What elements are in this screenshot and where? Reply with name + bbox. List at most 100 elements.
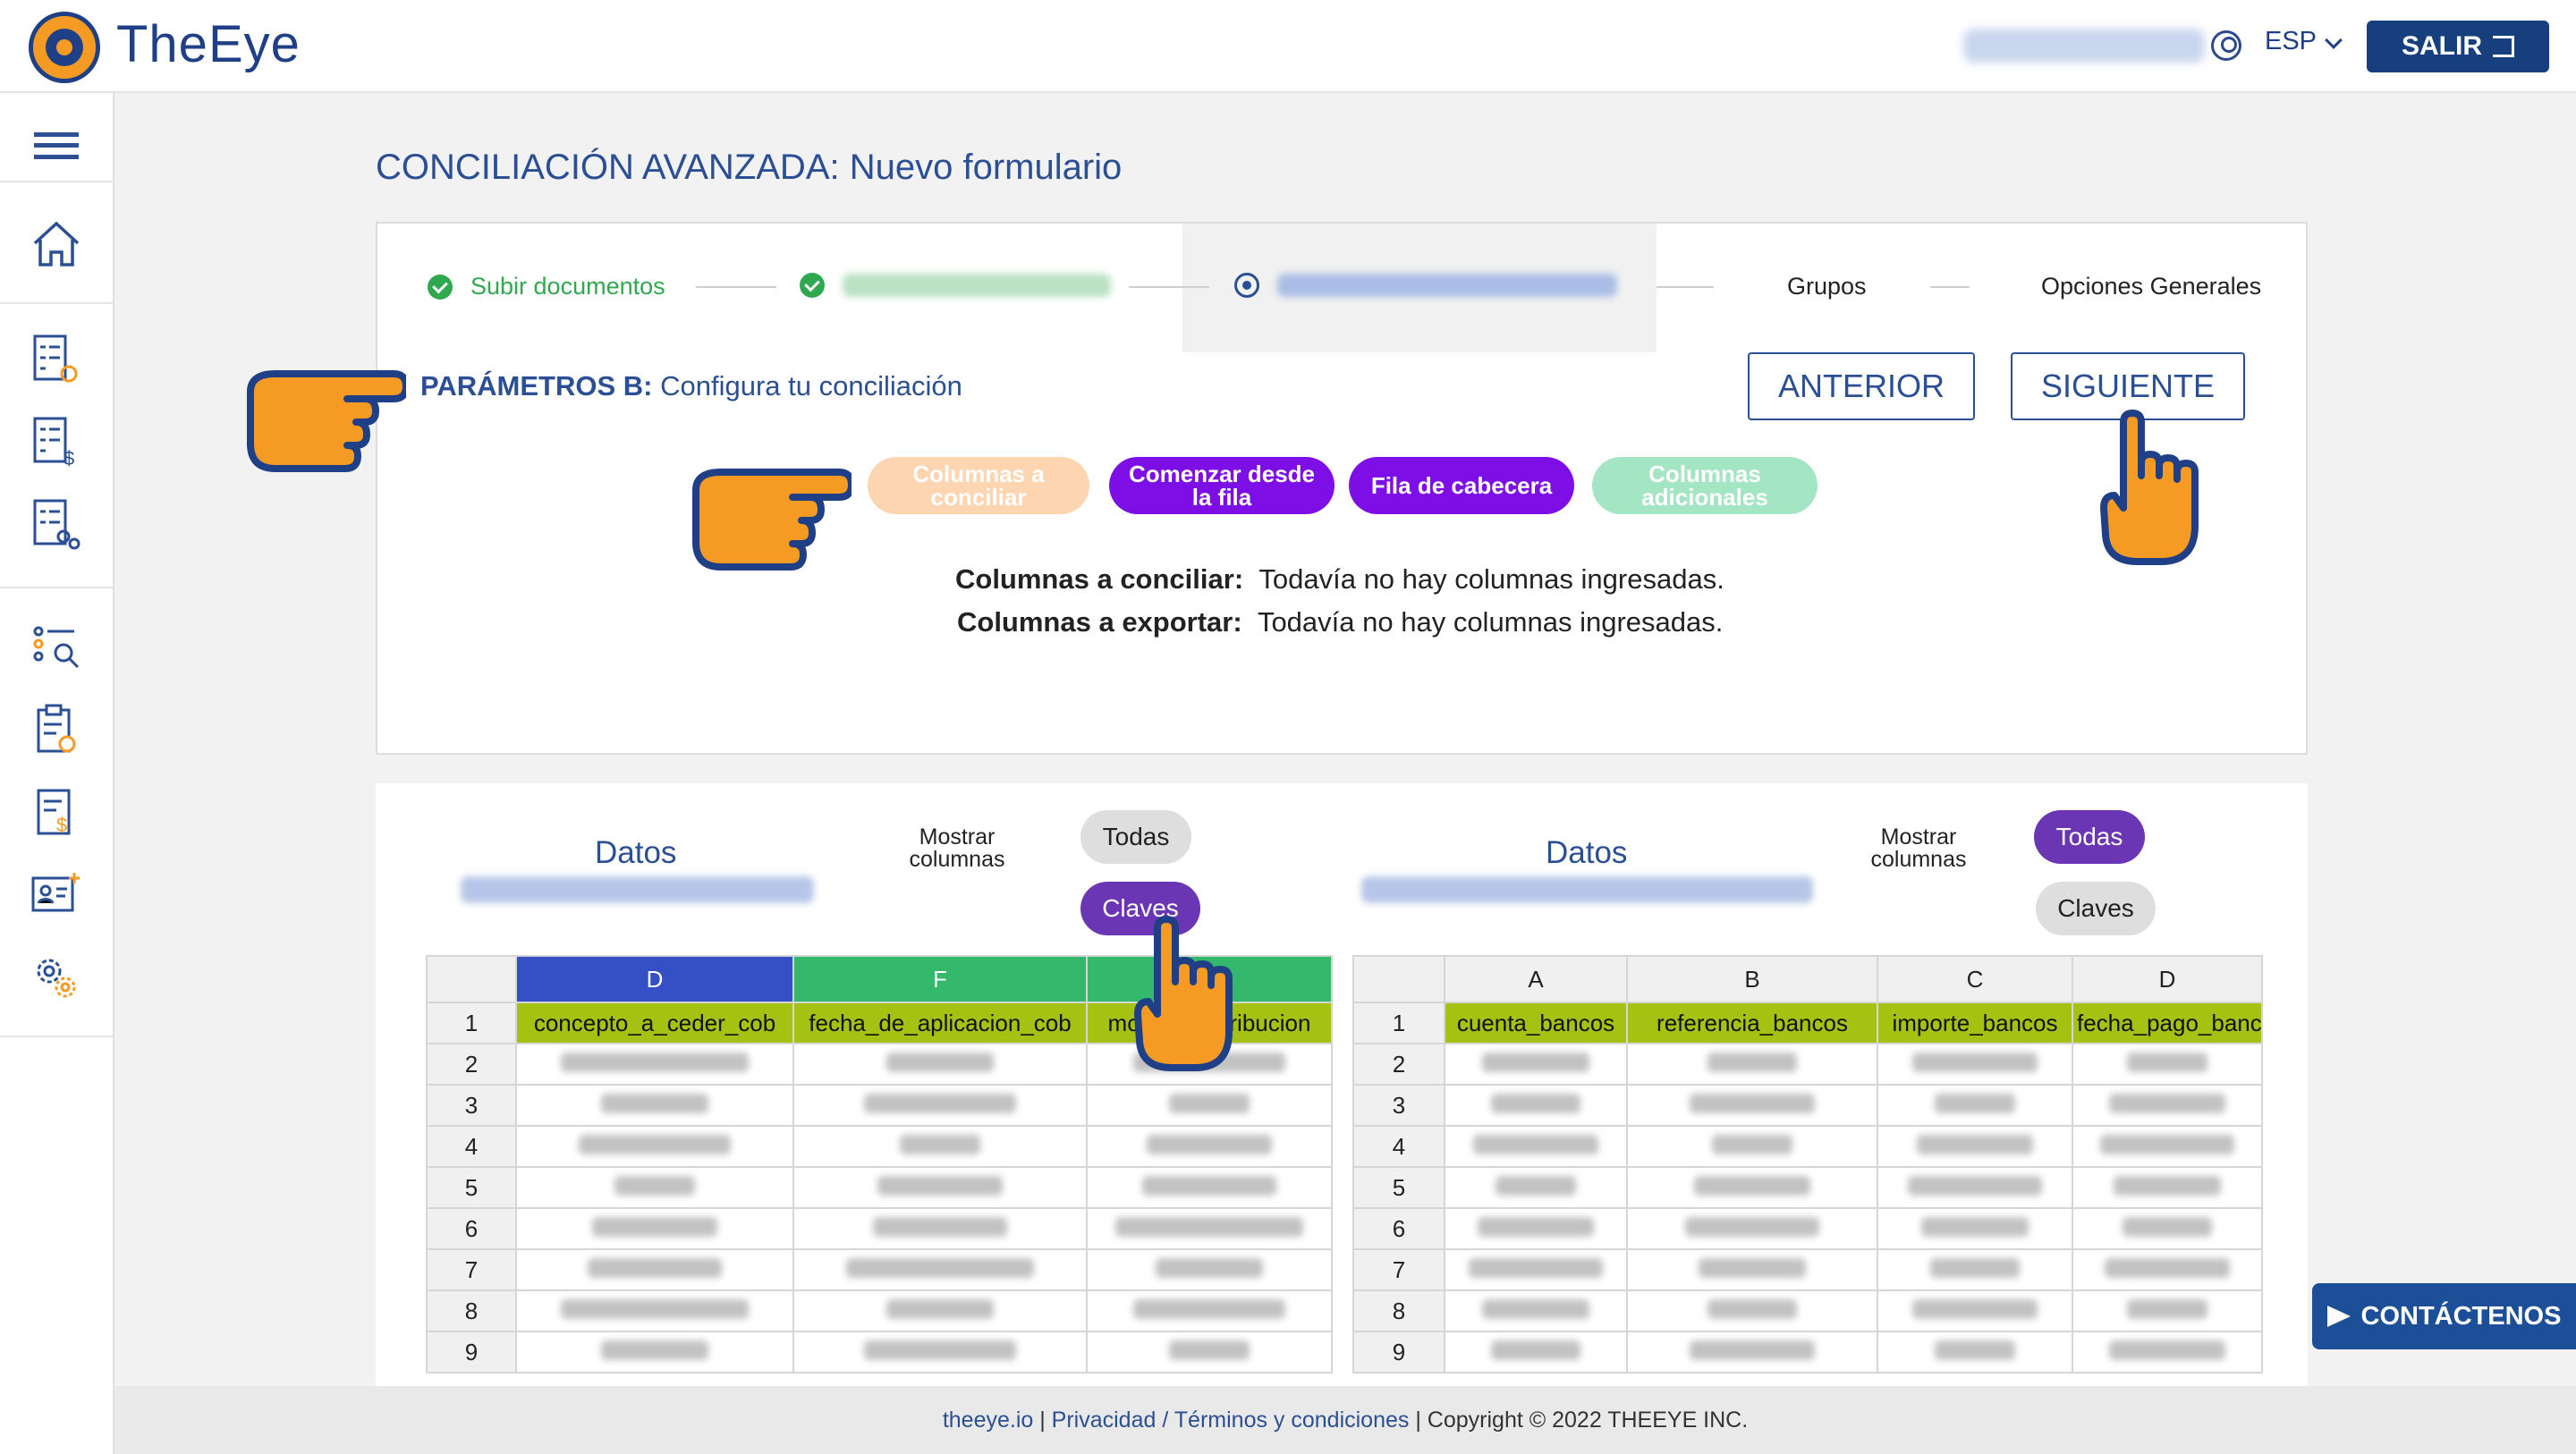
chip-comenzar-desde-la-fila[interactable]: Comenzar desde la fila <box>1109 457 1335 514</box>
footer-separator: | <box>1409 1408 1428 1433</box>
redacted-value <box>1169 1340 1250 1360</box>
logout-button[interactable]: SALIR <box>2367 21 2549 72</box>
redacted-cell <box>2072 1125 2263 1168</box>
column-letter[interactable]: D <box>515 955 794 1003</box>
row-number: 8 <box>1352 1289 1445 1332</box>
redacted-cell <box>1444 1125 1628 1168</box>
column-letter[interactable]: B <box>1626 955 1878 1003</box>
clipboard-clock-icon[interactable] <box>30 703 83 757</box>
step-connector <box>1930 286 1970 288</box>
right-data-title: Datos <box>1546 835 1628 870</box>
footer-privacy-link[interactable]: Privacidad / Términos y condiciones <box>1052 1408 1410 1433</box>
redacted-value <box>1712 1134 1792 1154</box>
user-account-icon[interactable] <box>2211 30 2241 61</box>
redacted-cell <box>2072 1248 2263 1291</box>
table-row: 6 <box>1352 1207 2263 1250</box>
redacted-cell <box>1444 1166 1628 1209</box>
checklist-gears-icon[interactable] <box>30 497 83 551</box>
redacted-value <box>2105 1257 2230 1278</box>
checklist-settings-icon[interactable] <box>30 333 83 386</box>
table-row: 8 <box>1352 1289 2263 1332</box>
step-label-redacted <box>1277 274 1617 297</box>
redacted-cell <box>1626 1084 1878 1127</box>
right-todas-toggle[interactable]: Todas <box>2034 810 2145 864</box>
redacted-value <box>846 1257 1034 1278</box>
step-document-a[interactable] <box>800 273 1111 298</box>
redacted-cell <box>1444 1331 1628 1374</box>
step-grupos[interactable]: Grupos <box>1787 273 1867 300</box>
row-number: 9 <box>1352 1331 1445 1374</box>
redacted-value <box>2123 1216 2212 1237</box>
checklist-money-icon[interactable]: $ <box>30 415 83 469</box>
sidebar: $ $ <box>0 93 114 1454</box>
redacted-value <box>2127 1052 2207 1072</box>
previous-button[interactable]: ANTERIOR <box>1748 352 1975 420</box>
redacted-cell <box>1444 1043 1628 1086</box>
redacted-value <box>1699 1257 1806 1278</box>
redacted-value <box>1685 1216 1819 1237</box>
svg-text:$: $ <box>56 814 67 836</box>
redacted-cell <box>1444 1084 1628 1127</box>
left-todas-toggle[interactable]: Todas <box>1080 810 1191 864</box>
redacted-cell <box>1626 1125 1878 1168</box>
step-document-b[interactable] <box>1234 273 1617 298</box>
right-claves-toggle[interactable]: Claves <box>2036 882 2156 935</box>
click-hand-icon <box>1134 916 1233 1071</box>
step-opciones-generales[interactable]: Opciones Generales <box>2041 273 2261 300</box>
redacted-value <box>2109 1093 2225 1113</box>
table-row: 7 <box>1352 1248 2263 1291</box>
row-number: 1 <box>426 1002 517 1044</box>
row-number: 2 <box>1352 1043 1445 1086</box>
right-document-name-redacted <box>1361 876 1813 903</box>
column-header-cell: importe_bancos <box>1877 1002 2073 1044</box>
contact-button[interactable]: CONTÁCTENOS <box>2312 1283 2576 1349</box>
redacted-value <box>1478 1216 1594 1237</box>
redacted-cell <box>1444 1289 1628 1332</box>
footer-site-link[interactable]: theeye.io <box>943 1408 1033 1433</box>
redacted-value <box>1142 1175 1276 1196</box>
search-list-icon[interactable] <box>30 621 83 674</box>
redacted-value <box>1473 1134 1598 1154</box>
footer-copyright: Copyright © 2022 THEEYE INC. <box>1427 1408 1749 1433</box>
redacted-value <box>1935 1340 2015 1360</box>
language-selector[interactable]: ESP <box>2265 27 2317 56</box>
column-letter[interactable]: C <box>1877 955 2073 1003</box>
column-letters-row: ABCD <box>1352 955 2263 1003</box>
left-data-title: Datos <box>595 835 677 870</box>
redacted-value <box>1912 1052 2038 1072</box>
column-letter[interactable]: A <box>1444 955 1628 1003</box>
chip-columnas-a-conciliar[interactable]: Columnas a conciliar <box>868 457 1089 514</box>
step-label-redacted <box>843 274 1111 297</box>
column-header-cell: fecha_pago_bancos <box>2072 1002 2263 1044</box>
redacted-cell <box>1626 1043 1878 1086</box>
redacted-value <box>1908 1175 2042 1196</box>
chip-fila-de-cabecera[interactable]: Fila de cabecera <box>1349 457 1574 514</box>
brand-name[interactable]: TheEye <box>116 14 301 74</box>
redacted-cell <box>1626 1207 1878 1250</box>
gears-icon[interactable] <box>30 950 83 1003</box>
redacted-value <box>1496 1175 1576 1196</box>
chip-columnas-adicionales[interactable]: Columnas adicionales <box>1592 457 1818 514</box>
row-number: 7 <box>426 1248 517 1291</box>
chevron-down-icon[interactable] <box>2325 31 2343 49</box>
table-row: 5 <box>1352 1166 2263 1209</box>
menu-icon[interactable] <box>34 132 79 159</box>
exit-icon <box>2493 36 2514 57</box>
redacted-cell <box>792 1248 1088 1291</box>
row-number: 6 <box>426 1207 517 1250</box>
conciliar-key: Columnas a conciliar: <box>955 563 1244 595</box>
theeye-logo-icon[interactable] <box>29 12 100 83</box>
row-number: 4 <box>1352 1125 1445 1168</box>
redacted-value <box>1930 1257 2020 1278</box>
step-subir-documentos[interactable]: Subir documentos <box>428 273 665 300</box>
home-icon[interactable] <box>30 216 83 270</box>
table-row: 4 <box>1352 1125 2263 1168</box>
redacted-cell <box>515 1248 794 1291</box>
table-row: 4 <box>426 1125 1333 1168</box>
click-hand-icon <box>2100 410 2199 565</box>
user-card-add-icon[interactable] <box>30 867 83 921</box>
redacted-value <box>1917 1134 2033 1154</box>
column-letter[interactable]: F <box>792 955 1088 1003</box>
invoice-dollar-icon[interactable]: $ <box>30 785 83 839</box>
column-letter[interactable]: D <box>2072 955 2263 1003</box>
